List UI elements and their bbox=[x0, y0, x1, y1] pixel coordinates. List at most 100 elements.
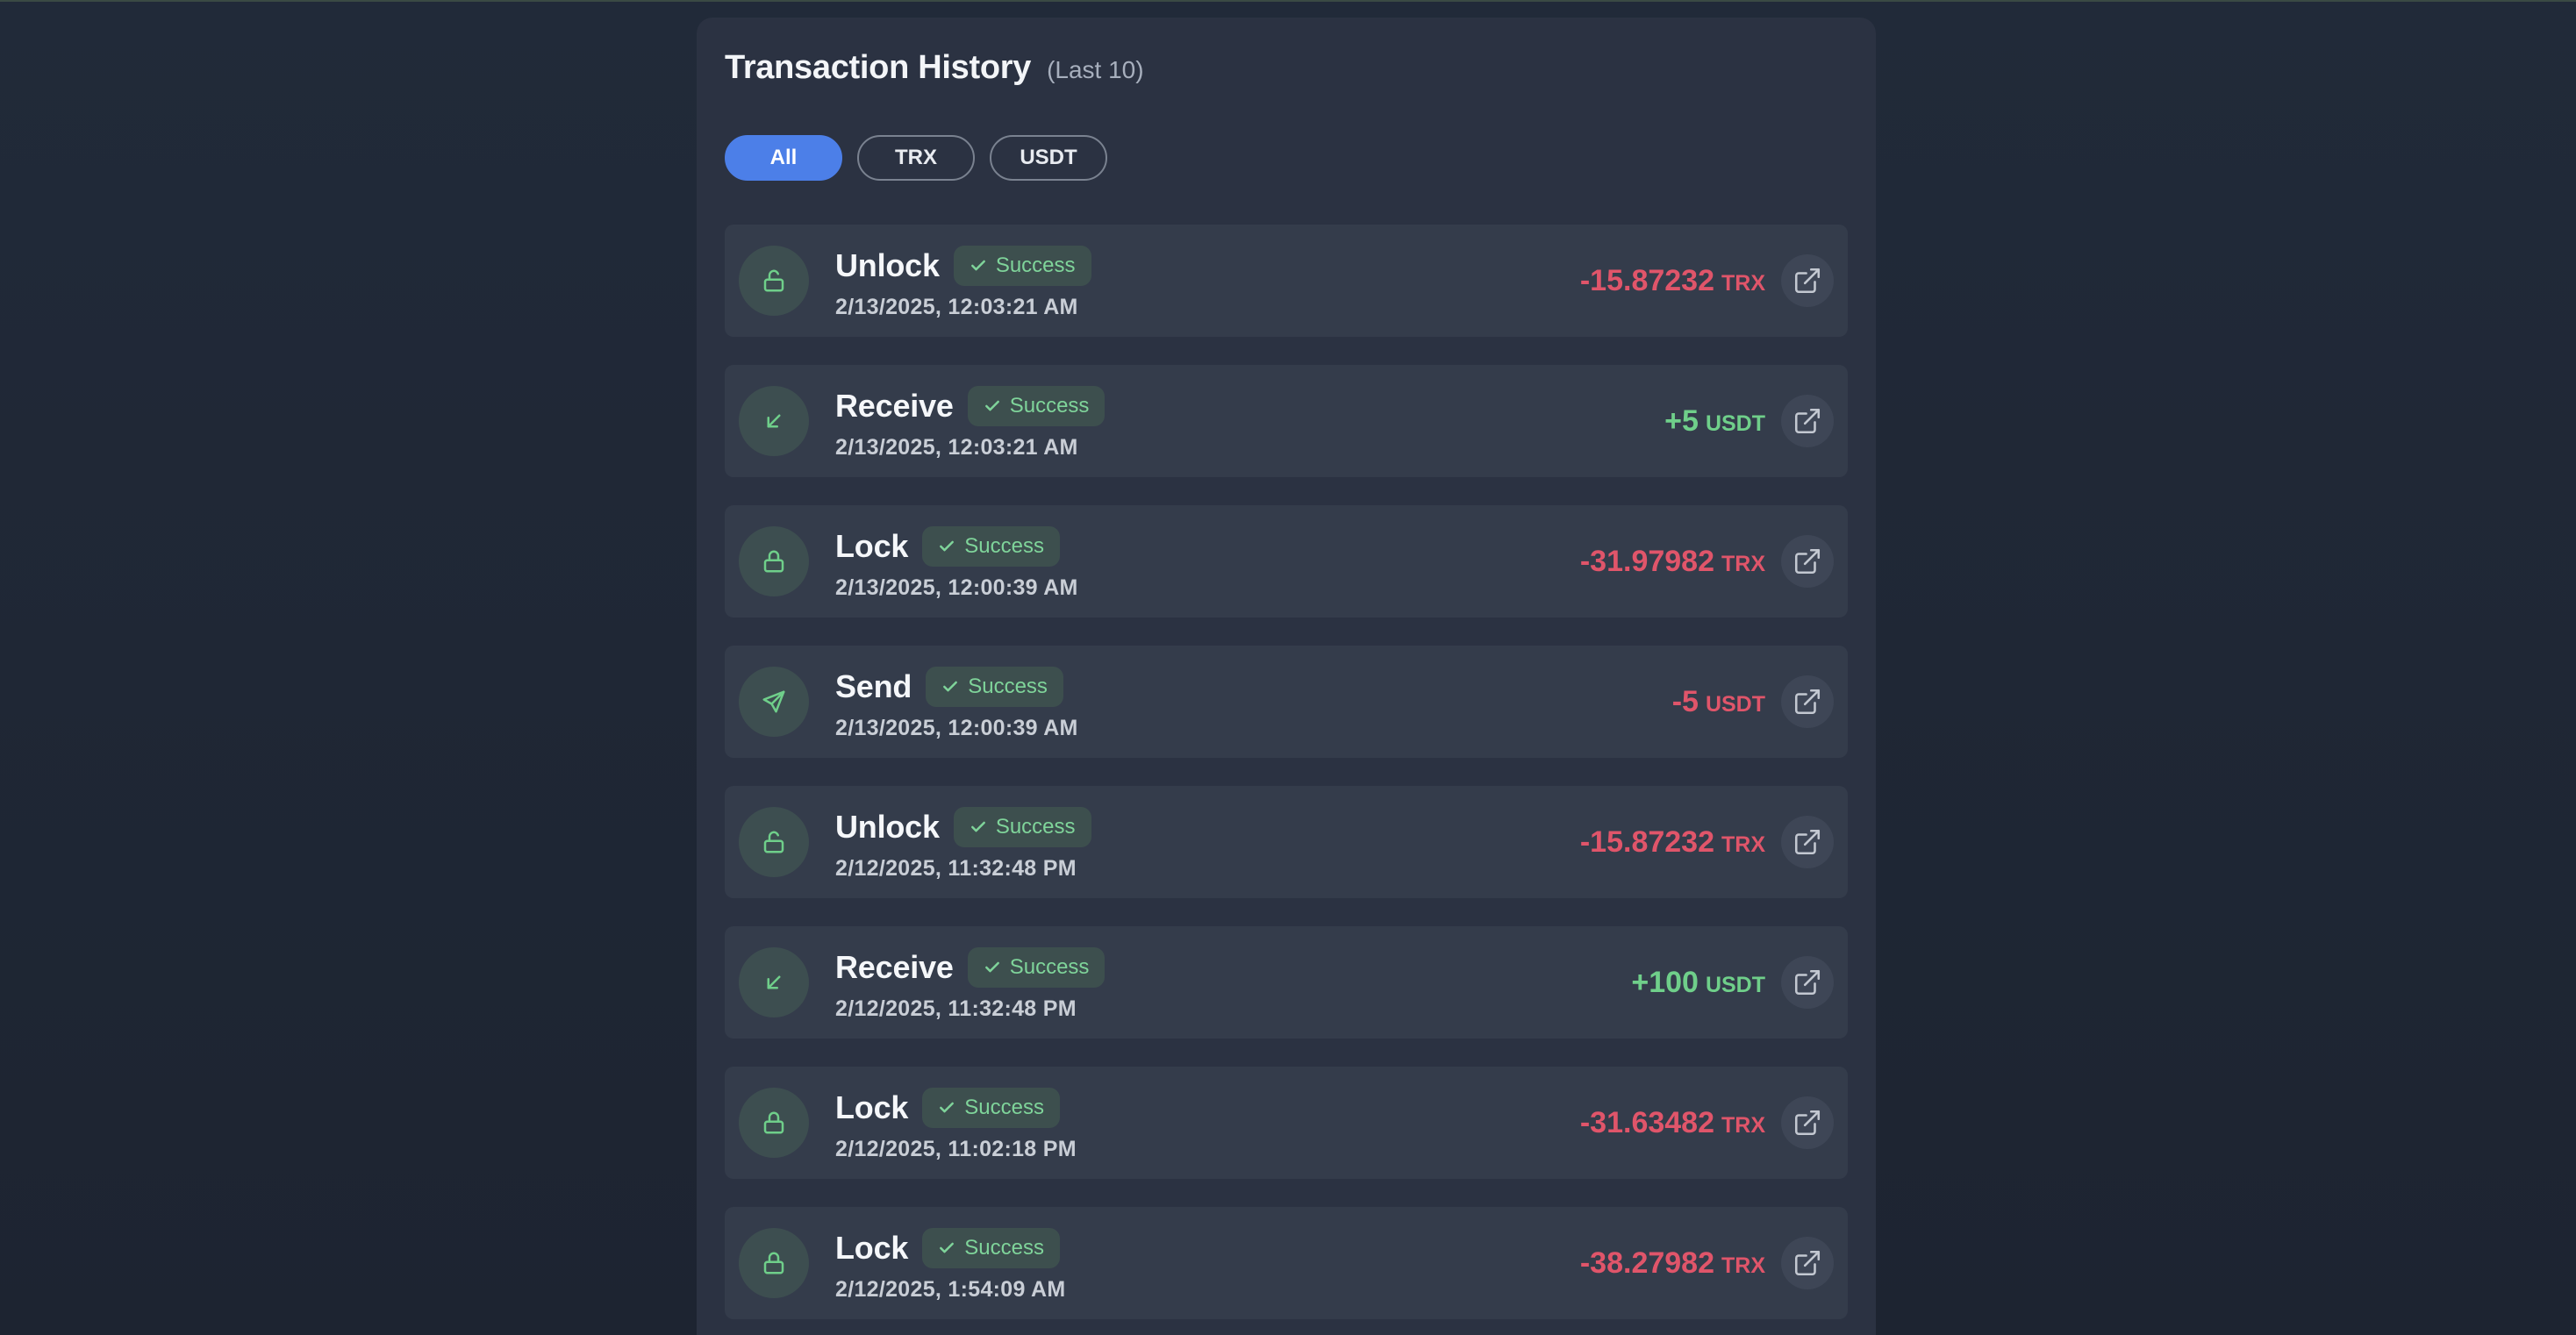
filter-trx-button[interactable]: TRX bbox=[857, 135, 975, 181]
transaction-history-panel: Transaction History (Last 10) All TRX US… bbox=[697, 18, 1876, 1335]
transaction-row[interactable]: Send Success 2/13/2025, 12:00:39 AM -5 USDT bbox=[725, 646, 1848, 758]
transaction-row[interactable]: Unlock Success 2/12/2025, 11:32:48 PM -15.8… bbox=[725, 786, 1848, 898]
transaction-type: Unlock bbox=[835, 247, 940, 283]
transaction-amount: +100 USDT bbox=[1631, 926, 1765, 1039]
transaction-title-line: Unlock Success bbox=[835, 805, 1091, 849]
transaction-title-line: Unlock Success bbox=[835, 244, 1091, 288]
transaction-type: Receive bbox=[835, 949, 954, 985]
check-icon bbox=[984, 397, 1001, 415]
transaction-date: 2/13/2025, 12:00:39 AM bbox=[835, 716, 1078, 740]
transaction-info: Lock Success 2/12/2025, 1:54:09 AM bbox=[835, 1226, 1065, 1303]
amount-unit: TRX bbox=[1721, 551, 1765, 576]
transaction-title-line: Lock Success bbox=[835, 1086, 1077, 1130]
transaction-type: Send bbox=[835, 668, 912, 704]
lock-icon bbox=[739, 1088, 809, 1158]
status-label: Success bbox=[1009, 955, 1090, 979]
transaction-amount: -31.97982 TRX bbox=[1580, 505, 1765, 618]
amount-value: -15.87232 bbox=[1579, 263, 1714, 297]
lock-icon bbox=[739, 526, 809, 596]
status-badge: Success bbox=[967, 947, 1106, 988]
transaction-info: Receive Success 2/13/2025, 12:03:21 AM bbox=[835, 384, 1106, 460]
external-link-icon bbox=[1792, 266, 1822, 296]
transaction-type: Lock bbox=[835, 1230, 909, 1266]
filter-usdt-button[interactable]: USDT bbox=[990, 135, 1107, 181]
transaction-info: Unlock Success 2/13/2025, 12:03:21 AM bbox=[835, 244, 1091, 320]
status-badge: Success bbox=[967, 386, 1106, 426]
amount-unit: TRX bbox=[1721, 270, 1765, 296]
external-link-button[interactable] bbox=[1781, 535, 1834, 588]
external-link-button[interactable] bbox=[1781, 1237, 1834, 1289]
external-link-button[interactable] bbox=[1781, 1096, 1834, 1149]
transaction-row[interactable]: Receive Success 2/13/2025, 12:03:21 AM +5 US… bbox=[725, 365, 1848, 477]
status-label: Success bbox=[1009, 394, 1090, 418]
amount-value: +5 bbox=[1664, 403, 1699, 438]
transaction-date: 2/12/2025, 11:32:48 PM bbox=[835, 856, 1077, 881]
send-icon bbox=[739, 667, 809, 737]
external-link-icon bbox=[1792, 827, 1822, 857]
filter-all-button[interactable]: All bbox=[725, 135, 842, 181]
status-badge: Success bbox=[922, 1228, 1060, 1268]
amount-value: +100 bbox=[1631, 965, 1699, 999]
external-link-button[interactable] bbox=[1781, 956, 1834, 1009]
transaction-title-line: Lock Success bbox=[835, 525, 1078, 568]
amount-value: -38.27982 bbox=[1579, 1246, 1714, 1280]
amount-value: -15.87232 bbox=[1579, 825, 1714, 859]
amount-unit: TRX bbox=[1721, 1253, 1765, 1278]
lock-icon bbox=[739, 1228, 809, 1298]
transaction-type: Receive bbox=[835, 388, 954, 424]
external-link-icon bbox=[1792, 546, 1822, 576]
arrow-down-left-icon bbox=[739, 947, 809, 1017]
external-link-button[interactable] bbox=[1781, 816, 1834, 868]
transaction-date: 2/12/2025, 11:32:48 PM bbox=[835, 996, 1077, 1021]
unlock-icon bbox=[739, 246, 809, 316]
transaction-row[interactable]: Lock Success 2/12/2025, 11:02:18 PM -31.634… bbox=[725, 1067, 1848, 1179]
external-link-button[interactable] bbox=[1781, 675, 1834, 728]
amount-value: -31.63482 bbox=[1579, 1105, 1714, 1139]
transaction-amount: -31.63482 TRX bbox=[1580, 1067, 1765, 1179]
transaction-row[interactable]: Unlock Success 2/13/2025, 12:03:21 AM -15.8… bbox=[725, 225, 1848, 337]
transaction-amount: -5 USDT bbox=[1672, 646, 1765, 758]
transaction-list: Unlock Success 2/13/2025, 12:03:21 AM -15.8… bbox=[725, 225, 1848, 1335]
transaction-date: 2/13/2025, 12:03:21 AM bbox=[835, 435, 1078, 460]
external-link-icon bbox=[1792, 967, 1822, 997]
amount-unit: USDT bbox=[1705, 691, 1765, 717]
transaction-type: Lock bbox=[835, 528, 909, 564]
transaction-info: Receive Success 2/12/2025, 11:32:48 PM bbox=[835, 946, 1106, 1022]
amount-unit: USDT bbox=[1705, 410, 1765, 436]
transaction-title-line: Send Success bbox=[835, 665, 1078, 709]
transaction-type: Unlock bbox=[835, 809, 940, 845]
transaction-title-line: Lock Success bbox=[835, 1226, 1065, 1270]
transaction-amount: -15.87232 TRX bbox=[1580, 786, 1765, 898]
arrow-down-left-icon bbox=[739, 386, 809, 456]
status-label: Success bbox=[964, 534, 1044, 558]
transaction-info: Lock Success 2/13/2025, 12:00:39 AM bbox=[835, 525, 1078, 601]
amount-value: -31.97982 bbox=[1579, 544, 1714, 578]
page: Transaction History (Last 10) All TRX US… bbox=[0, 0, 2576, 1335]
transaction-info: Unlock Success 2/12/2025, 11:32:48 PM bbox=[835, 805, 1091, 882]
transaction-row[interactable]: Lock Success 2/12/2025, 1:54:09 AM -38.2798… bbox=[725, 1207, 1848, 1319]
transaction-date: 2/13/2025, 12:03:21 AM bbox=[835, 295, 1078, 319]
transaction-info: Send Success 2/13/2025, 12:00:39 AM bbox=[835, 665, 1078, 741]
transaction-title-line: Receive Success bbox=[835, 946, 1106, 989]
transaction-row[interactable]: Receive Success 2/12/2025, 11:32:48 PM +100… bbox=[725, 926, 1848, 1039]
status-label: Success bbox=[995, 253, 1076, 277]
amount-unit: USDT bbox=[1705, 972, 1765, 997]
status-badge: Success bbox=[953, 807, 1091, 847]
transaction-row[interactable]: Lock Success 2/13/2025, 12:00:39 AM -31.979… bbox=[725, 505, 1848, 618]
external-link-button[interactable] bbox=[1781, 395, 1834, 447]
status-badge: Success bbox=[922, 1088, 1060, 1128]
page-title: Transaction History bbox=[725, 49, 1032, 86]
external-link-button[interactable] bbox=[1781, 254, 1834, 307]
check-icon bbox=[970, 818, 987, 836]
check-icon bbox=[938, 538, 955, 555]
status-badge: Success bbox=[953, 246, 1091, 286]
status-label: Success bbox=[995, 815, 1076, 839]
check-icon bbox=[938, 1099, 955, 1117]
transaction-title-line: Receive Success bbox=[835, 384, 1106, 428]
external-link-icon bbox=[1792, 406, 1822, 436]
status-label: Success bbox=[964, 1236, 1044, 1260]
unlock-icon bbox=[739, 807, 809, 877]
transaction-type: Lock bbox=[835, 1089, 909, 1125]
amount-value: -5 bbox=[1671, 684, 1699, 718]
status-badge: Success bbox=[926, 667, 1063, 707]
